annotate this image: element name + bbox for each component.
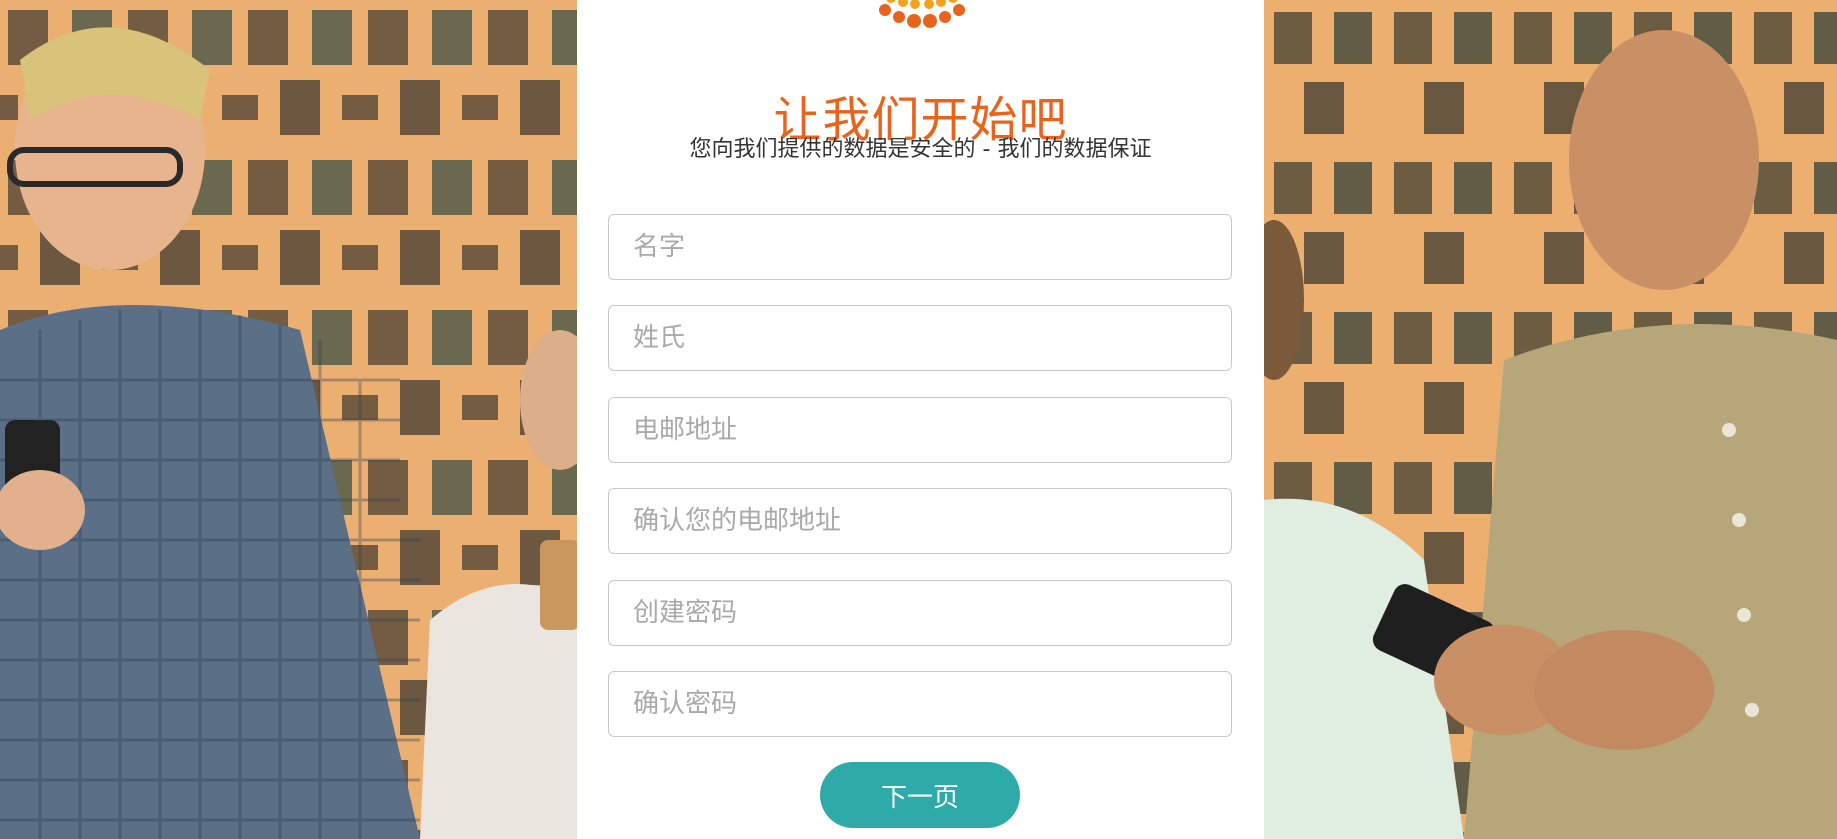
confirm-email-input[interactable] xyxy=(608,488,1232,554)
background-photo-left xyxy=(0,0,577,839)
next-page-button[interactable]: 下一页 xyxy=(820,762,1020,828)
background-photo-right xyxy=(1264,0,1837,839)
confirm-password-input[interactable] xyxy=(608,671,1232,737)
page-subtitle: 您向我们提供的数据是安全的 - 我们的数据保证 xyxy=(689,137,1152,162)
last-name-input[interactable] xyxy=(608,305,1232,371)
create-password-input[interactable] xyxy=(608,580,1232,646)
signup-page: 让我们开始吧 您向我们提供的数据是安全的 - 我们的数据保证 下一页 xyxy=(0,0,1837,839)
orange-dot-burst-icon xyxy=(857,0,987,36)
signup-form-panel: 让我们开始吧 您向我们提供的数据是安全的 - 我们的数据保证 下一页 xyxy=(577,0,1264,839)
first-name-input[interactable] xyxy=(608,214,1232,280)
email-input[interactable] xyxy=(608,397,1232,463)
